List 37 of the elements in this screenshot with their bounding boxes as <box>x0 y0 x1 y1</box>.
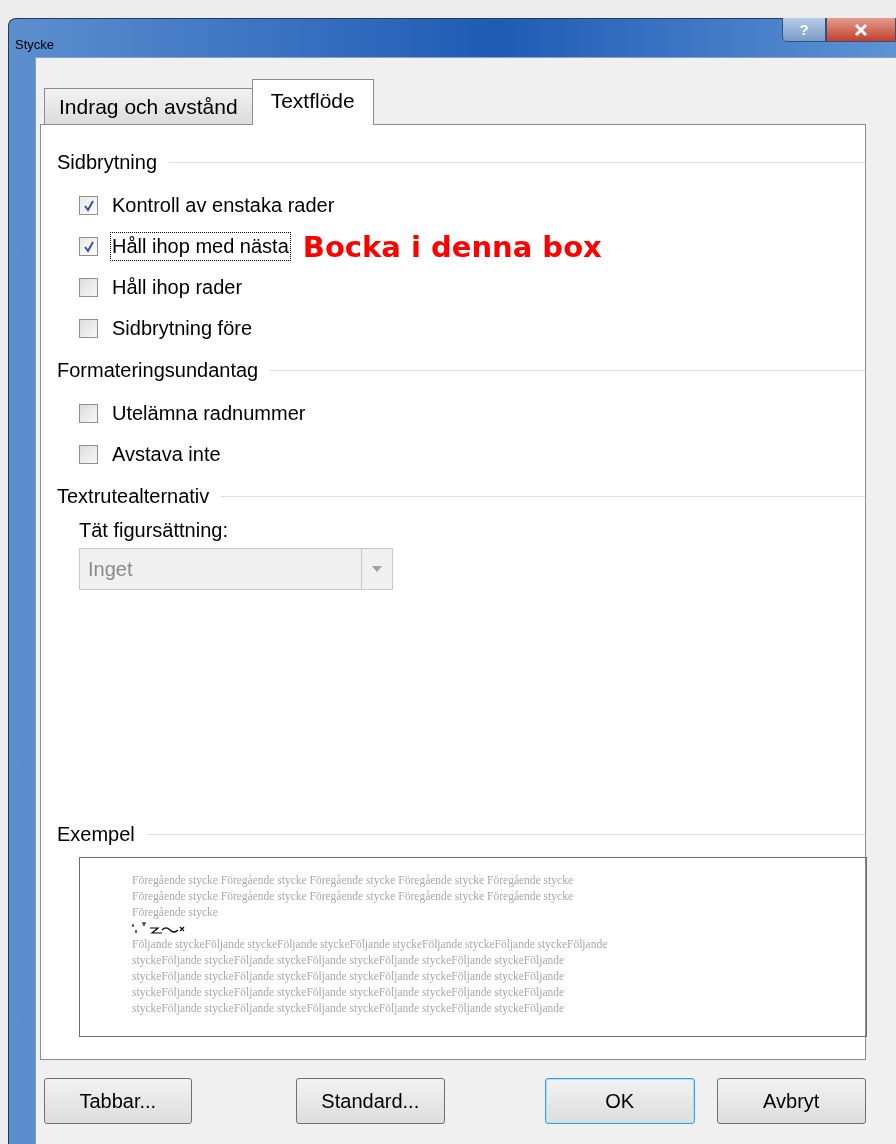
close-icon <box>853 22 869 37</box>
checkbox-label[interactable]: Sidbrytning före <box>110 314 255 343</box>
checkbox[interactable] <box>79 319 98 338</box>
section-heading: Exempel <box>57 822 135 846</box>
checkbox[interactable] <box>79 196 98 215</box>
section-heading: Textrutealternativ <box>57 484 210 508</box>
checkbox-label[interactable]: Kontroll av enstaka rader <box>110 191 337 220</box>
preview-text-line: styckeFöljande styckeFöljande styckeFöljande styckeFöljande styckeFöljande styckeFöljande <box>132 985 565 1000</box>
checkbox-label[interactable]: Håll ihop med nästa <box>110 232 291 261</box>
preview-text-line: styckeFöljande styckeFöljande styckeFöljande styckeFöljande styckeFöljande styckeFöljande <box>132 953 565 968</box>
checkbox[interactable] <box>79 237 98 256</box>
window-title: Stycke <box>15 37 54 52</box>
preview-text-line: styckeFöljande styckeFöljande styckeFöljande styckeFöljande styckeFöljande styckeFöljande <box>132 1001 565 1016</box>
tab[interactable]: Textflöde <box>251 79 374 125</box>
dialog-button[interactable]: OK <box>545 1078 695 1124</box>
preview-text-line: Följande styckeFöljande styckeFöljande styckeFöljande styckeFöljande styckeFöljande styckeFöljande <box>132 937 608 952</box>
preview-text-line: Föregående stycke <box>132 905 218 920</box>
tab[interactable]: Indrag och avstånd <box>44 88 253 124</box>
close-button[interactable] <box>826 18 896 42</box>
section-heading: Formateringsundantag <box>57 358 259 382</box>
dialog-button[interactable]: Avbryt <box>716 1078 866 1124</box>
preview-text-line: styckeFöljande styckeFöljande styckeFöljande styckeFöljande styckeFöljande styckeFöljande <box>132 969 565 984</box>
dropdown-label: Tät figursättning: <box>79 519 229 542</box>
dialog-button[interactable]: Tabbar... <box>44 1078 192 1124</box>
checkbox-label[interactable]: Avstava inte <box>110 440 223 469</box>
checkbox[interactable] <box>79 445 98 464</box>
preview-text-line: Föregående stycke Föregående stycke Föregående stycke Föregående stycke Föregående stycke <box>132 873 573 888</box>
checkbox-label[interactable]: Håll ihop rader <box>110 273 245 302</box>
checkbox[interactable] <box>79 278 98 297</box>
check-icon <box>81 198 96 213</box>
check-icon <box>81 239 96 254</box>
preview-text-line: Föregående stycke Föregående stycke Föregående stycke Föregående stycke Föregående stycke <box>132 889 573 904</box>
dialog-button[interactable]: Standard... <box>295 1078 446 1124</box>
section-heading: Sidbrytning <box>57 150 158 174</box>
checkbox-label[interactable]: Utelämna radnummer <box>110 399 308 428</box>
checkbox[interactable] <box>79 404 98 423</box>
annotation-text: Bocka i denna box <box>302 229 602 264</box>
